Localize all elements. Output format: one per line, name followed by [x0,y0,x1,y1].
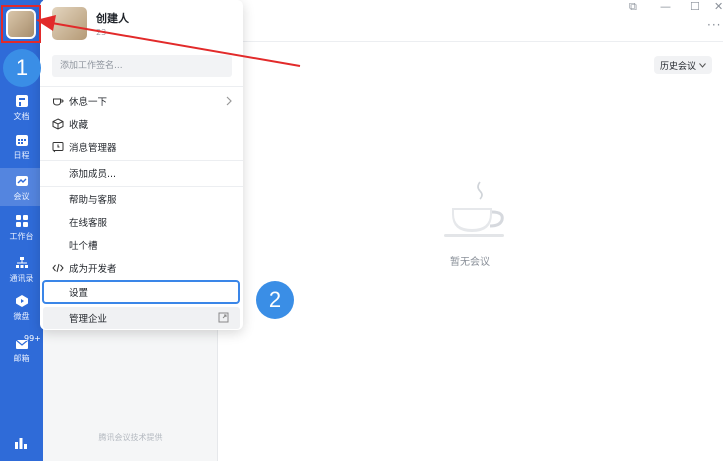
menu-label: 添加成员... [69,169,117,180]
menu-label: 管理企业 [69,314,108,325]
calendar-icon [15,135,28,146]
step-badge-1: 1 [3,49,41,87]
title-bar: ⧉ — ☐ ✕ ··· [218,0,723,42]
menu-item-message-manager[interactable]: 消息管理器 [40,136,243,158]
code-icon [52,263,64,273]
settings-highlight-box [42,280,240,304]
coffee-icon [53,98,64,106]
meeting-icon [15,176,28,186]
more-icon[interactable]: ··· [707,18,721,32]
menu-item-favorites[interactable]: 收藏 [40,113,243,135]
app-logo-icon[interactable] [14,436,28,450]
chevron-right-icon [226,96,232,106]
nav-label: 会议 [13,192,30,201]
nav-label: 微盘 [13,312,30,321]
external-link-icon [218,312,229,323]
avatar-highlight-box [1,5,41,43]
tech-credit: 腾讯会议技术提供 [98,433,163,442]
menu-label: 吐个槽 [69,241,98,252]
menu-label: 收藏 [69,120,89,131]
divider [40,86,243,87]
menu-label: 帮助与客服 [69,195,117,206]
nav-item-meeting[interactable]: 会议 [0,168,43,206]
step-badge-2: 2 [256,281,294,319]
menu-item-online-service[interactable]: 在线客服 [40,211,243,233]
empty-state-text: 暂无会议 [450,257,490,268]
history-meetings-label: 历史会议 [660,61,697,72]
contacts-icon [15,257,28,268]
nav-label: 邮箱 [13,354,30,363]
nav-item-contacts[interactable]: 通讯录 [0,254,43,292]
nav-label: 通讯录 [9,274,34,283]
main-content: ⧉ — ☐ ✕ ··· 历史会议 暂无会议 [218,0,723,461]
close-icon[interactable]: ✕ [714,0,723,13]
menu-item-rest[interactable]: 休息一下 [40,90,243,112]
menu-label: 成为开发者 [69,264,117,275]
drive-icon [15,295,28,307]
nav-label: 日程 [13,151,30,160]
minimize-icon[interactable]: — [660,0,671,13]
cube-icon [52,118,64,130]
maximize-icon[interactable]: ☐ [690,0,700,13]
nav-label: 文档 [13,112,30,121]
message-clock-icon [52,142,64,153]
menu-item-feedback[interactable]: 吐个槽 [40,234,243,256]
nav-item-docs[interactable]: 文档 [0,92,43,130]
document-icon [15,95,28,107]
menu-label: 在线客服 [69,218,108,229]
user-subtitle: 23 [96,28,107,37]
menu-item-manage-company[interactable]: 管理企业 [43,307,240,329]
empty-cup-icon [444,181,504,237]
mail-badge: 99+ [24,334,41,343]
nav-label: 工作台 [9,232,34,241]
menu-item-add-member[interactable]: 添加成员... [40,162,243,184]
menu-label: 休息一下 [69,97,108,108]
nav-item-drive[interactable]: 微盘 [0,292,43,330]
menu-avatar[interactable] [52,7,87,40]
divider [40,186,243,187]
menu-item-developer[interactable]: 成为开发者 [40,257,243,279]
signature-input[interactable] [52,55,232,77]
divider [40,160,243,161]
workbench-icon [15,215,28,227]
nav-item-calendar[interactable]: 日程 [0,131,43,169]
menu-label: 消息管理器 [69,143,117,154]
menu-item-help[interactable]: 帮助与客服 [40,188,243,210]
chevron-down-icon [699,62,706,68]
history-meetings-button[interactable]: 历史会议 [654,56,713,74]
user-name: 创建人 [96,12,129,25]
app-window: 文档 日程 会议 工作台 通讯录 微盘 邮箱 99+ 腾讯会议技术提供 ⧉ — … [0,0,723,461]
nav-item-workbench[interactable]: 工作台 [0,212,43,250]
pin-window-icon[interactable]: ⧉ [629,0,637,14]
